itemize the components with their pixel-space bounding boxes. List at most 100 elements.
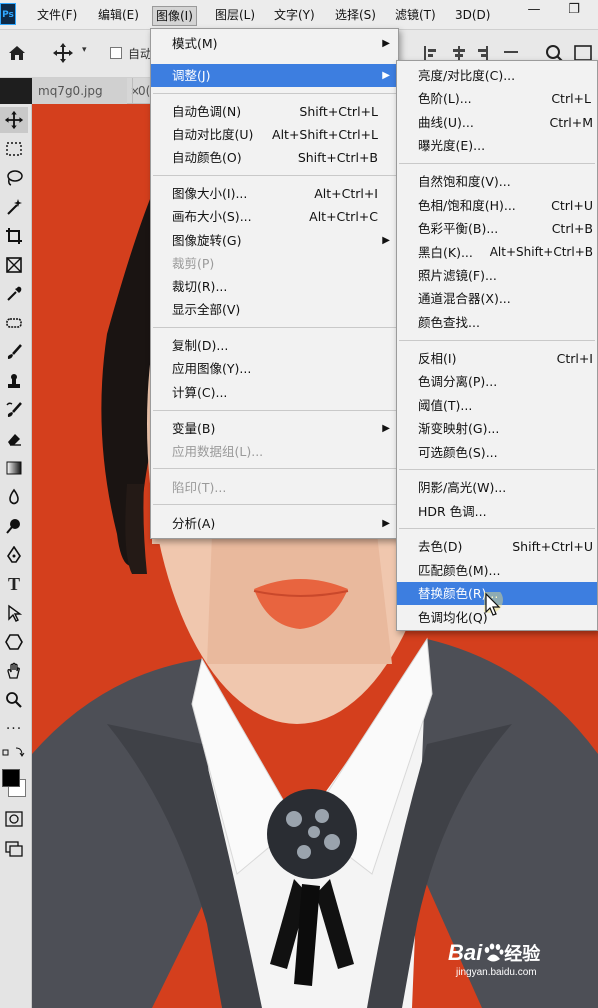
image-menu: 模式(M) ▶ 调整(J) ▶ 自动色调(N) Shift+Ctrl+L 自动对比度(… bbox=[150, 28, 399, 539]
menu-item-apply-data-set: 应用数据组(L)... bbox=[172, 444, 264, 459]
menu-item-desaturate[interactable]: 去色(D) Shift+Ctrl+U bbox=[397, 535, 597, 558]
menu-item-gradient-map[interactable]: 渐变映射(G)... bbox=[397, 417, 597, 440]
tools-panel: T ··· bbox=[0, 104, 32, 1008]
history-brush-tool-icon[interactable] bbox=[0, 397, 28, 423]
foreground-color-swatch[interactable] bbox=[2, 769, 20, 787]
submenu-arrow-icon: ▶ bbox=[382, 70, 390, 81]
magic-wand-tool-icon[interactable] bbox=[0, 194, 28, 220]
watermark-brand-2: 经验 bbox=[504, 944, 541, 964]
menu-item-canvas-size[interactable]: 画布大小(S)... Alt+Ctrl+C bbox=[151, 205, 398, 228]
menu-item-reveal-all[interactable]: 显示全部(V) bbox=[151, 298, 398, 321]
menu-item-posterize[interactable]: 色调分离(P)... bbox=[397, 370, 597, 393]
watermark-brand: Bai bbox=[448, 940, 483, 965]
menu-separator bbox=[399, 528, 595, 529]
menu-item-mode[interactable]: 模式(M) ▶ bbox=[151, 32, 398, 55]
chevron-down-icon[interactable]: ▾ bbox=[82, 45, 87, 55]
menu-item-hdr-toning[interactable]: HDR 色调... bbox=[397, 500, 597, 523]
menu-item-selective-color[interactable]: 可选颜色(S)... bbox=[397, 441, 597, 464]
menu-item-image-rotation[interactable]: 图像旋转(G) ▶ bbox=[151, 229, 398, 252]
menu-item-duplicate[interactable]: 复制(D)... bbox=[151, 334, 398, 357]
path-selection-tool-icon[interactable] bbox=[0, 600, 28, 626]
menu-edit[interactable]: 编辑(E) bbox=[95, 6, 142, 26]
menu-item-auto-contrast[interactable]: 自动对比度(U) Alt+Shift+Ctrl+L bbox=[151, 123, 398, 146]
menu-item-auto-color[interactable]: 自动颜色(O) Shift+Ctrl+B bbox=[151, 146, 398, 169]
menu-item-brightness-contrast[interactable]: 亮度/对比度(C)... bbox=[397, 64, 597, 87]
adjustments-submenu: 亮度/对比度(C)... 色阶(L)... Ctrl+L 曲线(U)... Ctrl… bbox=[396, 60, 598, 631]
menu-type[interactable]: 文字(Y) bbox=[271, 6, 318, 26]
menu-item-black-white[interactable]: 黑白(K)... Alt+Shift+Ctrl+B bbox=[397, 241, 597, 264]
restore-button[interactable]: ❐ bbox=[554, 0, 594, 22]
hand-tool-icon[interactable] bbox=[0, 658, 28, 684]
menu-item-levels[interactable]: 色阶(L)... Ctrl+L bbox=[397, 87, 597, 110]
menu-item-color-balance[interactable]: 色彩平衡(B)... Ctrl+B bbox=[397, 217, 597, 240]
submenu-arrow-icon: ▶ bbox=[382, 38, 390, 49]
menu-item-variables[interactable]: 变量(B) ▶ bbox=[151, 417, 398, 440]
tab-document-2[interactable]: 0( bbox=[132, 78, 152, 104]
spot-healing-tool-icon[interactable] bbox=[0, 310, 28, 336]
menu-item-shadows-highlights[interactable]: 阴影/高光(W)... bbox=[397, 476, 597, 499]
more-tools-icon[interactable]: ··· bbox=[0, 716, 28, 742]
screen-mode-icon[interactable] bbox=[0, 836, 28, 862]
move-tool-icon[interactable] bbox=[0, 107, 28, 133]
menu-separator bbox=[399, 469, 595, 470]
menu-item-analysis[interactable]: 分析(A) ▶ bbox=[151, 512, 398, 535]
menu-layer[interactable]: 图层(L) bbox=[212, 6, 258, 26]
eraser-tool-icon[interactable] bbox=[0, 426, 28, 452]
submenu-arrow-icon: ▶ bbox=[382, 518, 390, 529]
menu-file[interactable]: 文件(F) bbox=[34, 6, 80, 26]
menu-item-exposure[interactable]: 曝光度(E)... bbox=[397, 134, 597, 157]
auto-select-checkbox[interactable] bbox=[110, 47, 122, 59]
shape-tool-icon[interactable] bbox=[0, 629, 28, 655]
submenu-arrow-icon: ▶ bbox=[382, 235, 390, 246]
tab-document[interactable]: mq7g0.jpg bbox=[32, 78, 127, 104]
crop-tool-icon[interactable] bbox=[0, 223, 28, 249]
menu-separator bbox=[153, 93, 396, 94]
menu-item-trim[interactable]: 裁切(R)... bbox=[151, 275, 398, 298]
menu-3d[interactable]: 3D(D) bbox=[452, 6, 493, 26]
menu-item-crop: 裁剪(P) bbox=[172, 256, 215, 271]
menu-item-threshold[interactable]: 阈值(T)... bbox=[397, 394, 597, 417]
menu-separator bbox=[153, 410, 396, 411]
menu-item-invert[interactable]: 反相(I) Ctrl+I bbox=[397, 347, 597, 370]
menu-filter[interactable]: 滤镜(T) bbox=[392, 6, 439, 26]
brush-tool-icon[interactable] bbox=[0, 339, 28, 365]
menu-separator bbox=[153, 468, 396, 469]
quick-mask-icon[interactable] bbox=[0, 806, 28, 832]
menu-separator bbox=[153, 327, 396, 328]
menu-image[interactable]: 图像(I) bbox=[152, 6, 197, 26]
menu-item-match-color[interactable]: 匹配颜色(M)... bbox=[397, 559, 597, 582]
frame-tool-icon[interactable] bbox=[0, 252, 28, 278]
auto-select-label: 自动 bbox=[128, 47, 153, 61]
move-tool-icon[interactable] bbox=[52, 42, 74, 64]
menu-separator bbox=[153, 175, 396, 176]
lasso-tool-icon[interactable] bbox=[0, 165, 28, 191]
blur-tool-icon[interactable] bbox=[0, 484, 28, 510]
home-icon[interactable] bbox=[7, 43, 27, 63]
swap-colors-icon[interactable] bbox=[2, 746, 26, 760]
pen-tool-icon[interactable] bbox=[0, 542, 28, 568]
menu-item-adjustments[interactable]: 调整(J) ▶ bbox=[151, 64, 398, 87]
minimize-button[interactable]: — bbox=[514, 0, 554, 22]
stamp-tool-icon[interactable] bbox=[0, 368, 28, 394]
menu-item-curves[interactable]: 曲线(U)... Ctrl+M bbox=[397, 111, 597, 134]
menu-select[interactable]: 选择(S) bbox=[332, 6, 379, 26]
marquee-tool-icon[interactable] bbox=[0, 136, 28, 162]
menu-item-hue-saturation[interactable]: 色相/饱和度(H)... Ctrl+U bbox=[397, 194, 597, 217]
menu-item-auto-tone[interactable]: 自动色调(N) Shift+Ctrl+L bbox=[151, 100, 398, 123]
menu-separator bbox=[399, 163, 595, 164]
zoom-tool-icon[interactable] bbox=[0, 687, 28, 713]
gradient-tool-icon[interactable] bbox=[0, 455, 28, 481]
menu-item-apply-image[interactable]: 应用图像(Y)... bbox=[151, 357, 398, 380]
menu-item-image-size[interactable]: 图像大小(I)... Alt+Ctrl+I bbox=[151, 182, 398, 205]
menu-item-photo-filter[interactable]: 照片滤镜(F)... bbox=[397, 264, 597, 287]
menu-item-vibrance[interactable]: 自然饱和度(V)... bbox=[397, 170, 597, 193]
eyedropper-tool-icon[interactable] bbox=[0, 281, 28, 307]
menu-separator bbox=[153, 504, 396, 505]
dodge-tool-icon[interactable] bbox=[0, 513, 28, 539]
menu-item-color-lookup[interactable]: 颜色查找... bbox=[397, 311, 597, 334]
workspace-icon[interactable] bbox=[574, 45, 592, 61]
baidu-watermark: Bai 经验 jingyan.baidu.com bbox=[448, 940, 540, 978]
menu-item-calculations[interactable]: 计算(C)... bbox=[151, 381, 398, 404]
menu-item-channel-mixer[interactable]: 通道混合器(X)... bbox=[397, 287, 597, 310]
type-tool-icon[interactable]: T bbox=[0, 571, 28, 597]
